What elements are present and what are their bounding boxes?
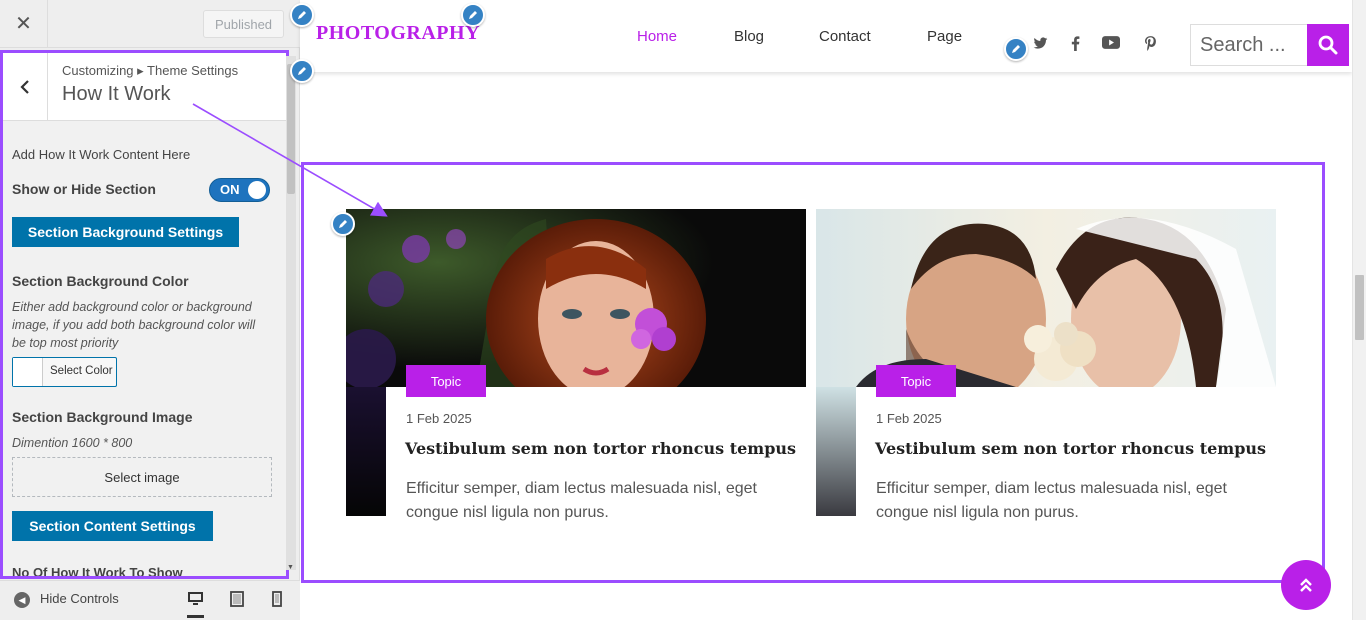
youtube-icon[interactable] [1102,36,1120,52]
select-image-button[interactable]: Select image [12,457,272,497]
bg-color-label: Section Background Color [12,273,189,289]
bg-image-label: Section Background Image [12,409,193,425]
arrow-left-circle-icon: ◀ [14,592,30,608]
photo-edge [816,387,856,516]
how-it-work-panel: Customizing ▸ Theme Settings How It Work… [0,50,289,579]
preview-scroll-thumb[interactable] [1355,275,1364,340]
close-customizer-button[interactable]: ✕ [0,0,48,47]
panel-intro: Add How It Work Content Here [12,147,191,162]
chevron-left-icon [20,79,29,94]
twitter-icon[interactable] [1031,37,1049,53]
scroll-down-arrow-icon[interactable]: ▼ [287,564,294,571]
close-icon: ✕ [15,13,32,35]
select-color-label: Select Color [50,365,113,377]
site-preview: PHOTOGRAPHY Home Blog Contact Page Searc… [290,0,1352,620]
search-button[interactable] [1307,24,1349,66]
card-body: Topic 1 Feb 2025 Vestibulum sem non tort… [386,365,806,522]
post-title[interactable]: Vestibulum sem non tortor rhoncus tempus [875,439,1266,458]
double-chevron-up-icon [1300,578,1312,592]
count-label: No Of How It Work To Show [12,565,183,579]
toggle-state: ON [220,182,240,197]
post-excerpt: Efficitur semper, diam lectus malesuada … [876,480,1227,521]
site-header: PHOTOGRAPHY Home Blog Contact Page Searc… [300,0,1352,72]
nav-blog[interactable]: Blog [734,28,764,45]
back-button[interactable] [3,53,48,120]
hide-controls-label: Hide Controls [40,591,119,606]
show-hide-label: Show or Hide Section [12,181,156,197]
sidebar-scrollbar[interactable]: ▼ [286,56,296,571]
card-body: Topic 1 Feb 2025 Vestibulum sem non tort… [856,365,1276,522]
show-hide-toggle[interactable]: ON [209,178,270,202]
select-color-button[interactable]: Select Color [12,357,117,387]
wedding-couple-photo[interactable] [816,209,1276,387]
desktop-icon [188,592,203,605]
post-date: 1 Feb 2025 [876,411,942,426]
customizer-top-bar: ✕ Published [0,0,300,48]
bg-color-description: Either add background color or backgroun… [12,300,256,350]
preview-scrollbar[interactable] [1352,0,1366,620]
sidebar-scroll-thumb[interactable] [287,64,295,194]
post-title[interactable]: Vestibulum sem non tortor rhoncus tempus [405,439,796,458]
post-card[interactable]: Topic 1 Feb 2025 Vestibulum sem non tort… [816,209,1276,522]
site-logo[interactable]: PHOTOGRAPHY [316,22,480,45]
photo-edge [346,387,386,516]
panel-title: How It Work [62,83,171,105]
post-excerpt: Efficitur semper, diam lectus malesuada … [406,480,757,521]
pinterest-icon[interactable] [1141,36,1159,54]
search-icon [1318,35,1338,55]
search-input[interactable]: Search ... [1190,24,1308,66]
nav-contact[interactable]: Contact [819,28,871,45]
tablet-preview-button[interactable] [230,591,244,610]
facebook-icon[interactable] [1066,36,1084,54]
tablet-icon [230,591,244,607]
nav-page[interactable]: Page [927,28,962,45]
desktop-preview-button[interactable] [187,591,204,618]
topic-badge[interactable]: Topic [406,365,486,397]
edit-shortcut-pencil-icon[interactable] [290,3,314,27]
post-date: 1 Feb 2025 [406,411,472,426]
woman-with-purple-flower-photo[interactable] [346,209,806,387]
edit-social-pencil-icon[interactable] [1004,37,1028,61]
edit-logo-pencil-icon[interactable] [461,3,485,27]
nav-home[interactable]: Home [637,28,677,45]
mobile-preview-button[interactable] [272,591,282,610]
logo-text: PHOTOGRAPHY [316,22,481,44]
panel-header: Customizing ▸ Theme Settings How It Work [3,53,286,121]
customizer-window: ✕ Published Customizing ▸ Theme Settings… [0,0,1366,620]
toggle-knob [248,181,266,199]
section-background-settings-button[interactable]: Section Background Settings [12,217,239,247]
breadcrumb: Customizing ▸ Theme Settings [62,63,239,78]
bg-image-dimension: Dimention 1600 * 800 [12,436,133,450]
edit-section-pencil-icon[interactable] [331,212,355,236]
published-button[interactable]: Published [203,10,284,38]
topic-badge[interactable]: Topic [876,365,956,397]
edit-menu-pencil-icon[interactable] [290,59,314,83]
customizer-footer: ◀ Hide Controls [0,580,300,620]
post-card[interactable]: Topic 1 Feb 2025 Vestibulum sem non tort… [346,209,806,522]
scroll-to-top-button[interactable] [1281,560,1331,610]
section-content-settings-button[interactable]: Section Content Settings [12,511,213,541]
customizer-sidebar: ✕ Published Customizing ▸ Theme Settings… [0,0,300,620]
color-swatch [13,358,43,386]
mobile-icon [272,591,282,607]
